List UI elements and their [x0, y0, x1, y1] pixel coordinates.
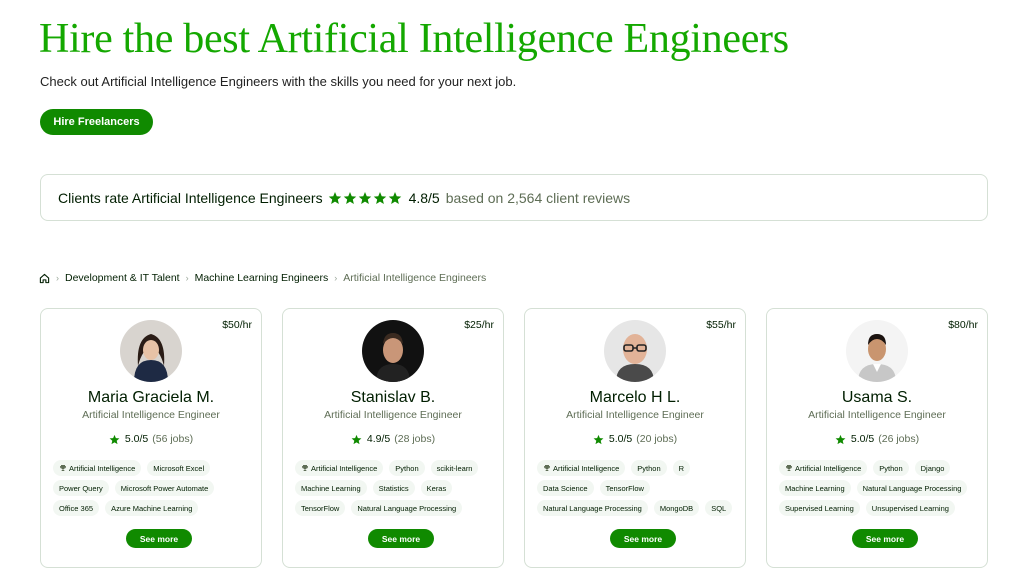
- skill-tag[interactable]: Django: [914, 460, 951, 476]
- see-more-button[interactable]: See more: [852, 529, 918, 548]
- star-icon: [351, 434, 362, 444]
- jobs-count: (28 jobs): [394, 433, 436, 445]
- freelancer-role: Artificial Intelligence Engineer: [808, 409, 946, 421]
- skill-tag[interactable]: Artificial Intelligence: [53, 460, 142, 476]
- star-icon: [358, 191, 371, 204]
- hire-freelancers-button[interactable]: Hire Freelancers: [40, 109, 153, 135]
- skill-tag[interactable]: SQL: [705, 500, 733, 516]
- freelancer-role: Artificial Intelligence Engineer: [82, 409, 220, 421]
- skill-tag[interactable]: Data Science: [537, 480, 594, 496]
- skill-tags: Artificial Intelligence Microsoft Excel …: [53, 460, 255, 516]
- freelancer-card[interactable]: $55/hr Marcelo H L. Artificial Intellige…: [524, 308, 746, 568]
- skill-tag[interactable]: Python: [389, 460, 425, 476]
- skill-tags: Artificial Intelligence Python scikit-le…: [295, 460, 497, 516]
- star-icon: [328, 191, 341, 204]
- hourly-rate: $25/hr: [464, 319, 494, 331]
- freelancer-rating: 5.0/5 (20 jobs): [525, 433, 745, 445]
- skill-tag[interactable]: Python: [873, 460, 909, 476]
- skill-tags: Artificial Intelligence Python R Data Sc…: [537, 460, 739, 516]
- rating-score: 4.8/5: [408, 189, 440, 206]
- skill-tag[interactable]: Power Query: [53, 480, 109, 496]
- client-rating-summary: Clients rate Artificial Intelligence Eng…: [40, 174, 988, 221]
- skill-tag[interactable]: Microsoft Power Automate: [114, 480, 215, 496]
- skill-tag[interactable]: TensorFlow: [295, 500, 346, 516]
- skill-tag[interactable]: Azure Machine Learning: [105, 500, 199, 516]
- skill-tags: Artificial Intelligence Python Django Ma…: [779, 460, 981, 516]
- rating-review-count: based on 2,564 client reviews: [445, 189, 631, 206]
- jobs-count: (20 jobs): [636, 433, 678, 445]
- jobs-count: (26 jobs): [878, 433, 920, 445]
- freelancer-rating: 5.0/5 (56 jobs): [41, 433, 261, 445]
- skill-tag[interactable]: Python: [631, 460, 667, 476]
- freelancer-role: Artificial Intelligence Engineer: [566, 409, 704, 421]
- freelancer-name[interactable]: Maria Graciela M.: [41, 389, 261, 407]
- skill-tag[interactable]: Unsupervised Learning: [865, 500, 955, 516]
- trophy-icon: [786, 465, 792, 471]
- freelancer-card[interactable]: $80/hr Usama S. Artificial Intelligence …: [766, 308, 988, 568]
- trophy-icon: [302, 465, 308, 471]
- avatar[interactable]: [604, 320, 666, 382]
- skill-tag[interactable]: Keras: [420, 480, 453, 496]
- skill-tag[interactable]: Machine Learning: [295, 480, 367, 496]
- page-title: Hire the best Artificial Intelligence En…: [39, 16, 789, 62]
- see-more-button[interactable]: See more: [610, 529, 676, 548]
- skill-tag[interactable]: Office 365: [53, 500, 100, 516]
- hourly-rate: $55/hr: [706, 319, 736, 331]
- breadcrumb-separator: ›: [56, 273, 59, 283]
- breadcrumb-item-development[interactable]: Development & IT Talent: [65, 272, 180, 284]
- avatar[interactable]: [120, 320, 182, 382]
- skill-tag[interactable]: TensorFlow: [599, 480, 650, 496]
- rating-score: 4.9/5: [366, 433, 391, 445]
- skill-tag[interactable]: Microsoft Excel: [147, 460, 211, 476]
- freelancer-name[interactable]: Marcelo H L.: [525, 389, 745, 407]
- see-more-button[interactable]: See more: [126, 529, 192, 548]
- breadcrumb-item-ml-engineers[interactable]: Machine Learning Engineers: [195, 272, 329, 284]
- see-more-button[interactable]: See more: [368, 529, 434, 548]
- jobs-count: (56 jobs): [152, 433, 194, 445]
- freelancer-card[interactable]: $25/hr Stanislav B. Artificial Intellige…: [282, 308, 504, 568]
- breadcrumb: › Development & IT Talent › Machine Lear…: [39, 272, 486, 284]
- skill-tag[interactable]: Artificial Intelligence: [779, 460, 868, 476]
- avatar[interactable]: [846, 320, 908, 382]
- star-icon: [373, 191, 386, 204]
- freelancer-name[interactable]: Usama S.: [767, 389, 987, 407]
- rating-label: Clients rate Artificial Intelligence Eng…: [58, 189, 323, 206]
- breadcrumb-current: Artificial Intelligence Engineers: [343, 272, 487, 284]
- star-icon: [343, 191, 356, 204]
- rating-score: 5.0/5: [608, 433, 633, 445]
- trophy-icon: [60, 465, 66, 471]
- home-icon[interactable]: [39, 273, 50, 284]
- skill-tag[interactable]: Machine Learning: [779, 480, 851, 496]
- star-icon: [388, 191, 401, 204]
- hourly-rate: $80/hr: [948, 319, 978, 331]
- breadcrumb-separator: ›: [185, 273, 189, 283]
- trophy-icon: [544, 465, 550, 471]
- avatar[interactable]: [362, 320, 424, 382]
- star-icon: [109, 434, 120, 444]
- star-icon: [835, 434, 846, 444]
- page-subtitle: Check out Artificial Intelligence Engine…: [40, 74, 517, 89]
- skill-tag[interactable]: Statistics: [372, 480, 415, 496]
- freelancer-role: Artificial Intelligence Engineer: [324, 409, 462, 421]
- freelancer-rating: 5.0/5 (26 jobs): [767, 433, 987, 445]
- rating-score: 5.0/5: [850, 433, 875, 445]
- freelancer-name[interactable]: Stanislav B.: [283, 389, 503, 407]
- rating-score: 5.0/5: [124, 433, 149, 445]
- skill-tag[interactable]: Natural Language Processing: [537, 500, 648, 516]
- breadcrumb-separator: ›: [334, 273, 338, 283]
- hourly-rate: $50/hr: [222, 319, 252, 331]
- star-icon: [593, 434, 604, 444]
- freelancer-card[interactable]: $50/hr Maria Graciela M. Artificial Inte…: [40, 308, 262, 568]
- skill-tag[interactable]: Natural Language Processing: [856, 480, 968, 496]
- skill-tag[interactable]: Supervised Learning: [779, 500, 860, 516]
- skill-tag[interactable]: Natural Language Processing: [351, 500, 463, 516]
- skill-tag[interactable]: R: [672, 460, 691, 476]
- freelancer-rating: 4.9/5 (28 jobs): [283, 433, 503, 445]
- skill-tag[interactable]: Artificial Intelligence: [295, 460, 384, 476]
- rating-stars: [328, 191, 403, 205]
- skill-tag[interactable]: Artificial Intelligence: [537, 460, 626, 476]
- skill-tag[interactable]: scikit-learn: [430, 460, 479, 476]
- skill-tag[interactable]: MongoDB: [653, 500, 700, 516]
